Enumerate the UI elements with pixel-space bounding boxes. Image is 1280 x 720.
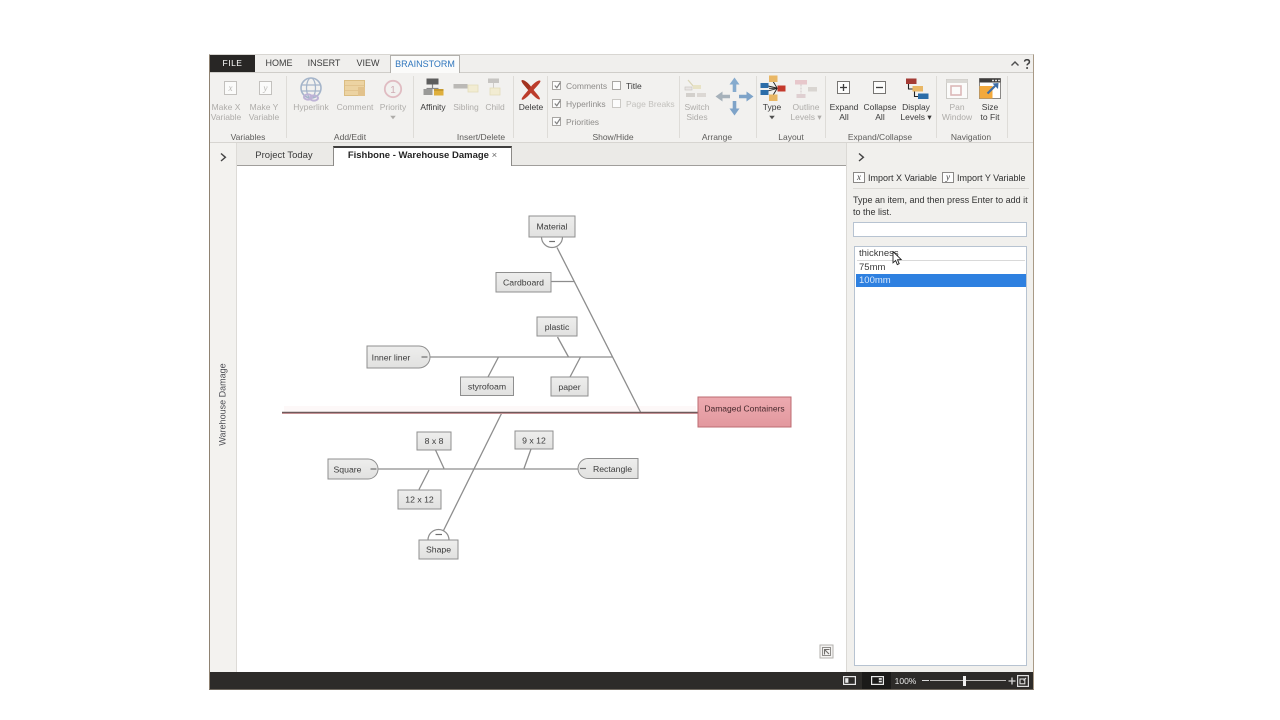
svg-text:8 x 8: 8 x 8 (425, 436, 444, 446)
svg-text:paper: paper (558, 382, 580, 392)
svg-text:1: 1 (390, 85, 396, 96)
svg-text:Inner liner: Inner liner (372, 353, 411, 363)
svg-text:styrofoam: styrofoam (468, 382, 506, 392)
svg-text:plastic: plastic (545, 322, 570, 332)
svg-text:Rectangle: Rectangle (593, 464, 632, 474)
svg-text:Shape: Shape (426, 545, 451, 555)
svg-text:Material: Material (537, 222, 568, 232)
svg-text:Damaged Containers: Damaged Containers (704, 404, 784, 414)
svg-text:Square: Square (333, 465, 361, 475)
svg-text:9 x 12: 9 x 12 (522, 436, 546, 446)
svg-text:Cardboard: Cardboard (503, 278, 544, 288)
svg-text:12 x 12: 12 x 12 (405, 495, 434, 505)
